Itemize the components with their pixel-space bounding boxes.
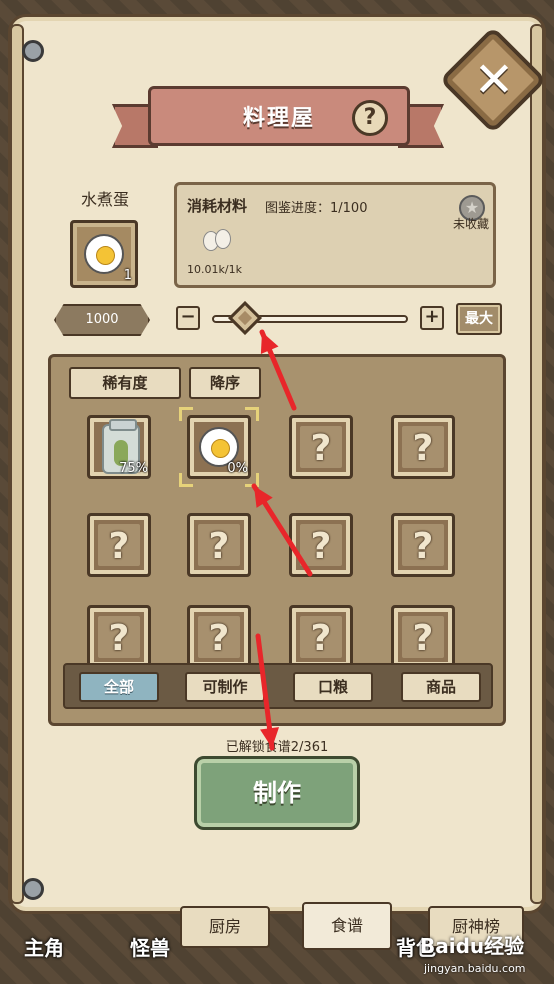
eggs-icon xyxy=(203,229,237,253)
recipe-slot[interactable]: ? xyxy=(187,605,251,669)
sort-order-button[interactable]: 降序 xyxy=(189,367,261,399)
unknown-recipe-icon: ? xyxy=(300,524,342,567)
decrease-button[interactable]: − xyxy=(176,306,200,330)
pin-icon xyxy=(22,878,44,900)
nav-hero[interactable]: 主角 xyxy=(24,932,64,961)
item-slot[interactable]: 1 xyxy=(70,220,138,288)
material-info-box: 消耗材料 图鉴进度：1/100 ★ 未收藏 10.01k/1k xyxy=(174,182,496,288)
sort-rarity-button[interactable]: 稀有度 xyxy=(69,367,181,399)
filter-ration-button[interactable]: 口粮 xyxy=(293,672,373,702)
material-stock: 10.01k/1k xyxy=(187,263,242,276)
boiled-egg-icon xyxy=(84,234,124,274)
recipe-slot[interactable]: 0% xyxy=(187,415,251,479)
item-name: 水煮蛋 xyxy=(80,190,129,209)
collection-progress: 图鉴进度：1/100 xyxy=(265,201,368,216)
unlock-progress-text: 已解锁食谱2/361 xyxy=(225,740,329,755)
tab-recipes[interactable]: 食谱 xyxy=(302,902,392,950)
recipe-slot[interactable]: ? xyxy=(87,605,151,669)
recipe-slot[interactable]: ? xyxy=(391,513,455,577)
nav-monster[interactable]: 怪兽 xyxy=(130,932,170,961)
item-count: 1 xyxy=(123,268,132,283)
unknown-recipe-icon: ? xyxy=(402,524,444,567)
recipe-slot[interactable]: ? xyxy=(87,513,151,577)
unknown-recipe-icon: ? xyxy=(98,524,140,567)
quantity-display: 1000 xyxy=(54,304,150,336)
unknown-recipe-icon: ? xyxy=(402,616,444,659)
pin-icon xyxy=(22,40,44,62)
selection-corner xyxy=(179,473,193,487)
unknown-recipe-icon: ? xyxy=(300,426,342,469)
collect-status: 未收藏 xyxy=(453,217,490,231)
unknown-recipe-icon: ? xyxy=(98,616,140,659)
filter-all-button[interactable]: 全部 xyxy=(79,672,159,702)
recipe-slot[interactable]: ? xyxy=(289,415,353,479)
watermark-url: jingyan.baidu.com xyxy=(424,962,526,975)
increase-button[interactable]: + xyxy=(420,306,444,330)
recipe-slot[interactable]: ? xyxy=(391,415,455,479)
recipe-slot[interactable]: ? xyxy=(187,513,251,577)
unknown-recipe-icon: ? xyxy=(198,524,240,567)
tab-kitchen[interactable]: 厨房 xyxy=(180,906,270,948)
filter-bar: 全部 可制作 口粮 商品 xyxy=(63,663,493,709)
close-icon[interactable]: ✕ xyxy=(466,52,522,108)
recipe-panel: 稀有度 降序 75% 0%?????????? 全部 可制作 口粮 商品 xyxy=(48,354,506,726)
recipe-progress: 75% xyxy=(119,461,148,476)
max-button[interactable]: 最大 xyxy=(456,303,502,335)
unknown-recipe-icon: ? xyxy=(198,616,240,659)
watermark-brand: Baidu经验 xyxy=(420,934,525,958)
make-button[interactable]: 制作 xyxy=(194,756,360,830)
recipe-slot[interactable]: 75% xyxy=(87,415,151,479)
selection-corner xyxy=(245,407,259,421)
scroll-rod-right xyxy=(530,24,544,904)
selection-corner xyxy=(179,407,193,421)
page-title: 料理屋 xyxy=(242,106,315,131)
recipe-slot[interactable]: ? xyxy=(289,513,353,577)
recipe-slot[interactable]: ? xyxy=(391,605,455,669)
unknown-recipe-icon: ? xyxy=(300,616,342,659)
recipe-slot[interactable]: ? xyxy=(289,605,353,669)
filter-goods-button[interactable]: 商品 xyxy=(401,672,481,702)
unknown-recipe-icon: ? xyxy=(402,426,444,469)
question-icon[interactable]: ? xyxy=(352,100,388,136)
scroll-rod-left xyxy=(10,24,24,904)
selection-corner xyxy=(245,473,259,487)
filter-craftable-button[interactable]: 可制作 xyxy=(185,672,265,702)
material-title: 消耗材料 xyxy=(187,197,248,215)
